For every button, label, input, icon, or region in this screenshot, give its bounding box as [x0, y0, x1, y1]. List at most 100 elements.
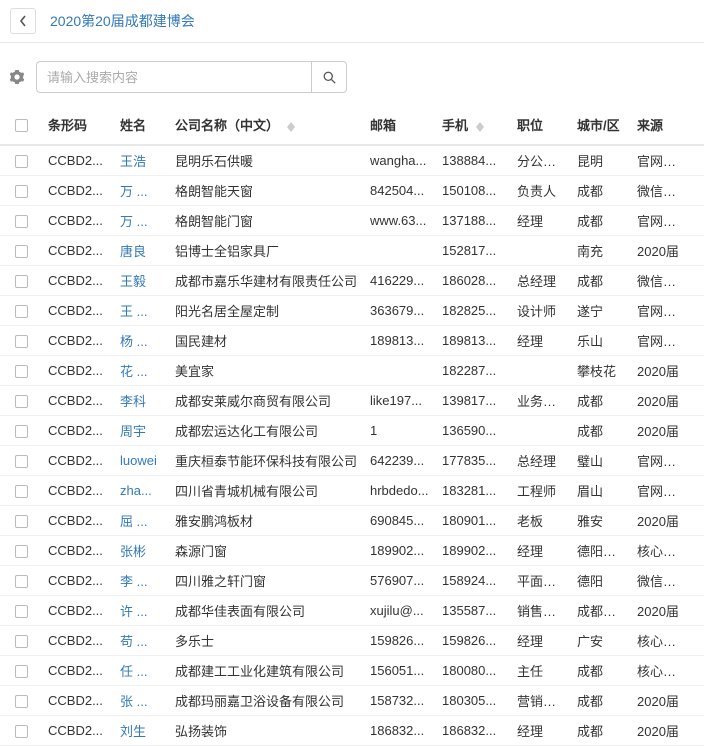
back-button[interactable] — [10, 8, 36, 34]
row-checkbox[interactable] — [15, 155, 28, 168]
cell-city: 成都 — [571, 181, 631, 200]
cell-company: 四川省青城机械有限公司 — [169, 481, 364, 500]
breadcrumb-link[interactable]: 2020第20届成都建博会 — [50, 11, 195, 31]
row-checkbox[interactable] — [15, 695, 28, 708]
cell-source: 核心买家 — [631, 631, 691, 650]
cell-source: 微信订阅 — [631, 271, 691, 290]
cell-phone: 180305... — [436, 693, 511, 708]
row-checkbox[interactable] — [15, 725, 28, 738]
row-checkbox[interactable] — [15, 665, 28, 678]
col-city[interactable]: 城市/区 — [571, 115, 631, 134]
cell-position: 经理 — [511, 721, 571, 740]
cell-source: 官网登记 — [631, 451, 691, 470]
name-link[interactable]: 屈 ... — [120, 514, 147, 529]
row-checkbox[interactable] — [15, 515, 28, 528]
name-link[interactable]: 刘生 — [120, 724, 146, 739]
name-link[interactable]: 花 ... — [120, 364, 147, 379]
row-checkbox[interactable] — [15, 455, 28, 468]
cell-company: 阳光名居全屋定制 — [169, 301, 364, 320]
cell-barcode: CCBD2... — [42, 723, 114, 738]
cell-company: 成都安莱威尔商贸有限公司 — [169, 391, 364, 410]
table-row: CCBD2...万 ...格朗智能门窗www.63...137188...经理成… — [0, 206, 704, 236]
row-checkbox[interactable] — [15, 425, 28, 438]
breadcrumb: 2020第20届成都建博会 — [0, 0, 704, 43]
table-row: CCBD2...王 ...阳光名居全屋定制363679...182825...设… — [0, 296, 704, 326]
cell-email: 156051... — [364, 663, 436, 678]
col-position[interactable]: 职位 — [511, 115, 571, 134]
row-checkbox[interactable] — [15, 215, 28, 228]
name-link[interactable]: 李 ... — [120, 574, 147, 589]
col-source[interactable]: 来源 — [631, 115, 691, 134]
row-checkbox[interactable] — [15, 485, 28, 498]
name-link[interactable]: 张彬 — [120, 544, 146, 559]
cell-position: 设计师 — [511, 301, 571, 320]
cell-position: 销售工程 — [511, 601, 571, 620]
name-link[interactable]: luowei — [120, 453, 157, 468]
name-link[interactable]: zha... — [120, 483, 152, 498]
name-link[interactable]: 苟 ... — [120, 634, 147, 649]
cell-source: 官网登记 — [631, 481, 691, 500]
row-checkbox[interactable] — [15, 605, 28, 618]
cell-barcode: CCBD2... — [42, 243, 114, 258]
name-link[interactable]: 王毅 — [120, 274, 146, 289]
search-input[interactable] — [36, 61, 311, 93]
name-link[interactable]: 杨 ... — [120, 334, 147, 349]
cell-barcode: CCBD2... — [42, 153, 114, 168]
cell-city: 眉山 — [571, 481, 631, 500]
name-link[interactable]: 周宇 — [120, 424, 146, 439]
cell-position: 分公司... — [511, 151, 571, 170]
cell-source: 核心买家 — [631, 541, 691, 560]
cell-city: 成都 — [571, 691, 631, 710]
col-name[interactable]: 姓名 — [114, 115, 169, 134]
row-checkbox[interactable] — [15, 335, 28, 348]
cell-phone: 158924... — [436, 573, 511, 588]
gear-icon[interactable] — [10, 70, 24, 84]
cell-source: 2020届 — [631, 391, 691, 410]
row-checkbox[interactable] — [15, 575, 28, 588]
name-link[interactable]: 许 ... — [120, 604, 147, 619]
col-phone[interactable]: 手机 — [436, 115, 511, 134]
table-row: CCBD2...苟 ...多乐士159826...159826...经理广安核心… — [0, 626, 704, 656]
name-link[interactable]: 任 ... — [120, 664, 147, 679]
name-link[interactable]: 万 ... — [120, 184, 147, 199]
search-button[interactable] — [311, 61, 347, 93]
col-email[interactable]: 邮箱 — [364, 115, 436, 134]
cell-city: 德阳 — [571, 571, 631, 590]
row-checkbox[interactable] — [15, 395, 28, 408]
cell-email: 1 — [364, 423, 436, 438]
row-checkbox[interactable] — [15, 305, 28, 318]
cell-email: 186832... — [364, 723, 436, 738]
name-link[interactable]: 万 ... — [120, 214, 147, 229]
row-checkbox[interactable] — [15, 365, 28, 378]
cell-barcode: CCBD2... — [42, 273, 114, 288]
row-checkbox[interactable] — [15, 275, 28, 288]
row-checkbox[interactable] — [15, 245, 28, 258]
cell-barcode: CCBD2... — [42, 513, 114, 528]
row-checkbox[interactable] — [15, 545, 28, 558]
cell-email: like197... — [364, 393, 436, 408]
select-all-checkbox[interactable] — [15, 119, 28, 132]
name-link[interactable]: 张 ... — [120, 694, 147, 709]
name-link[interactable]: 李科 — [120, 394, 146, 409]
row-checkbox[interactable] — [15, 185, 28, 198]
name-link[interactable]: 王浩 — [120, 154, 146, 169]
cell-city: 德阳中江 — [571, 541, 631, 560]
cell-city: 成都 — [571, 421, 631, 440]
cell-phone: 135587... — [436, 603, 511, 618]
data-table: 条形码 姓名 公司名称（中文） 邮箱 手机 职位 城市/区 来源 CCBD2..… — [0, 105, 704, 746]
cell-source: 2020届 — [631, 421, 691, 440]
name-link[interactable]: 唐良 — [120, 244, 146, 259]
table-row: CCBD2...刘生弘扬装饰186832...186832...经理成都2020… — [0, 716, 704, 746]
name-link[interactable]: 王 ... — [120, 304, 147, 319]
cell-city: 成都 — [571, 721, 631, 740]
cell-source: 微信服务 — [631, 181, 691, 200]
cell-company: 四川雅之轩门窗 — [169, 571, 364, 590]
row-checkbox[interactable] — [15, 635, 28, 648]
col-company[interactable]: 公司名称（中文） — [169, 115, 364, 134]
cell-city: 成都双流 — [571, 601, 631, 620]
cell-barcode: CCBD2... — [42, 213, 114, 228]
cell-email: wangha... — [364, 153, 436, 168]
cell-company: 格朗智能天窗 — [169, 181, 364, 200]
cell-phone: 186028... — [436, 273, 511, 288]
col-barcode[interactable]: 条形码 — [42, 115, 114, 134]
